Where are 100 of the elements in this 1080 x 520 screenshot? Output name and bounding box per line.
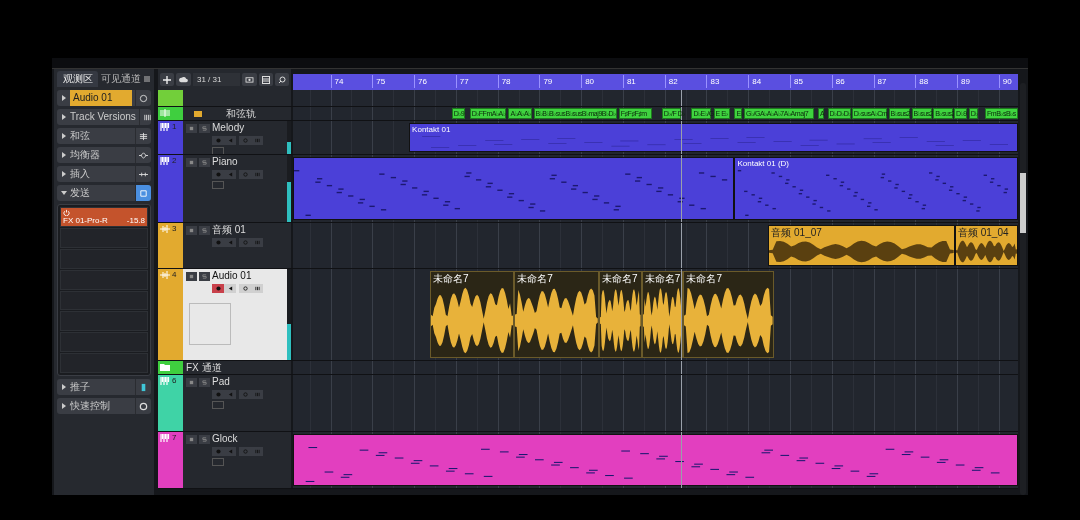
monitor-button[interactable] xyxy=(224,284,236,293)
track-header[interactable]: 2 Piano xyxy=(158,155,291,222)
menu-icon[interactable] xyxy=(143,75,151,83)
record-icon xyxy=(215,240,221,245)
mute-button[interactable] xyxy=(186,434,197,444)
vertical-scrollbar[interactable] xyxy=(1020,83,1026,495)
record-button[interactable] xyxy=(212,284,224,293)
mute-button[interactable] xyxy=(186,271,197,281)
list-button[interactable] xyxy=(259,73,273,86)
track-header[interactable]: 3 音频 01 xyxy=(158,223,291,268)
track-name: Pad xyxy=(212,376,230,388)
lanes-icon[interactable] xyxy=(212,181,224,189)
inspector-tab[interactable]: 观测区 xyxy=(57,71,98,87)
record-icon xyxy=(215,392,221,397)
lanes-icon[interactable] xyxy=(212,401,224,409)
ring-icon xyxy=(242,138,248,143)
track-header-blank[interactable] xyxy=(158,90,291,106)
playhead-line[interactable] xyxy=(681,269,683,360)
section-icon xyxy=(139,188,148,198)
playhead-line[interactable] xyxy=(681,107,683,120)
add-track-button[interactable] xyxy=(160,73,174,86)
playhead-line[interactable] xyxy=(681,361,683,374)
inspector-section[interactable]: 均衡器 xyxy=(57,147,151,163)
inspector-section[interactable]: 插入 xyxy=(57,166,151,182)
mute-icon xyxy=(189,125,194,131)
section-label: 推子 xyxy=(70,380,91,394)
playhead-line[interactable] xyxy=(681,155,683,222)
chord-settings-icon[interactable] xyxy=(194,110,202,117)
disclosure-icon xyxy=(61,190,67,196)
mute-button[interactable] xyxy=(186,123,197,133)
section-button[interactable] xyxy=(135,185,151,201)
cloud-icon xyxy=(179,76,188,83)
bars-icon xyxy=(254,449,260,454)
bar-number: 76 xyxy=(414,75,427,88)
chord-icon xyxy=(160,109,170,117)
track-header[interactable]: FX 通道 xyxy=(158,361,291,374)
part-name: Kontakt 01 (D) xyxy=(737,159,789,169)
audio-event[interactable]: 音频 01_07 xyxy=(768,225,955,266)
midi-part[interactable]: Kontakt 01 xyxy=(409,123,1018,152)
waveform-icon xyxy=(160,271,170,279)
cloud-button[interactable] xyxy=(176,73,191,86)
piano-keys-icon xyxy=(160,123,170,131)
track-number: 7 xyxy=(172,434,177,442)
playhead-line[interactable] xyxy=(681,432,683,488)
event-name: 音频 01_04 xyxy=(957,227,1009,239)
audio-event[interactable]: 未命名7 xyxy=(599,271,642,358)
inspector-section[interactable]: 快速控制 xyxy=(57,398,151,414)
inspector-tab[interactable]: 可见通道 xyxy=(100,71,141,87)
ring-icon xyxy=(242,392,248,397)
disclosure-icon xyxy=(61,171,67,177)
section-icon xyxy=(142,112,152,122)
disclosure-icon xyxy=(61,152,67,158)
inspector-section[interactable]: 发送 xyxy=(57,185,151,201)
section-button[interactable] xyxy=(135,147,151,163)
power-icon[interactable] xyxy=(63,209,70,216)
bar-number: 90 xyxy=(998,75,1012,88)
lanes-icon[interactable] xyxy=(212,458,224,466)
camera-button[interactable] xyxy=(242,73,257,86)
inspector-section[interactable]: Audio 01 xyxy=(57,90,151,106)
mute-button[interactable] xyxy=(186,157,197,167)
inspector-section[interactable]: Track Versions xyxy=(57,109,151,125)
edit-button[interactable] xyxy=(239,284,251,293)
midi-part[interactable]: Kontakt 01 (D) xyxy=(734,157,1018,220)
folder-icon xyxy=(160,363,170,371)
section-label: 发送 xyxy=(70,186,91,200)
speaker-icon xyxy=(227,138,233,143)
audio-event[interactable]: 未命名7 xyxy=(683,271,775,358)
mute-button[interactable] xyxy=(186,377,197,387)
inspector-section[interactable]: 推子 xyxy=(57,379,151,395)
audio-event[interactable]: 未命名7 xyxy=(514,271,600,358)
mute-button[interactable] xyxy=(186,225,197,235)
track-header[interactable]: 1 Melody xyxy=(158,121,291,154)
track-number: 4 xyxy=(172,271,177,279)
disclosure-icon xyxy=(61,403,67,409)
track-header[interactable]: 4 Audio 01 xyxy=(158,269,291,360)
mute-icon xyxy=(189,227,194,233)
picture-frame xyxy=(189,303,231,345)
track-name: 和弦轨 xyxy=(226,107,256,120)
track-name: Audio 01 xyxy=(212,270,252,282)
search-button[interactable] xyxy=(275,73,289,86)
timeline-ruler[interactable]: 74 75 76 77 78 79 80 81 82 83 84 85 86 87 88 89 90 xyxy=(293,74,1018,90)
section-button[interactable] xyxy=(135,166,151,182)
playhead-line[interactable] xyxy=(681,375,683,431)
send-slot[interactable]: FX 01-Pro-R -15.8 xyxy=(60,207,148,227)
inspector-section[interactable]: 和弦 xyxy=(57,128,151,144)
audio-event[interactable]: 音频 01_04 xyxy=(954,225,1018,266)
playhead-line[interactable] xyxy=(681,90,683,106)
audio-event[interactable]: 未命名7 xyxy=(429,271,515,358)
playhead-line[interactable] xyxy=(681,121,683,154)
section-label: 插入 xyxy=(70,167,91,181)
track-header[interactable]: 6 Pad xyxy=(158,375,291,431)
track-count: 31 / 31 xyxy=(193,73,240,86)
mute-icon xyxy=(189,159,194,165)
ring-icon xyxy=(242,172,248,177)
track-header[interactable]: 和弦轨 xyxy=(158,107,291,120)
solo-button[interactable] xyxy=(199,271,210,281)
track-header[interactable]: 7 Glock xyxy=(158,432,291,488)
audio-event[interactable]: 未命名7 xyxy=(641,271,684,358)
playhead-line[interactable] xyxy=(681,223,683,268)
disclosure-icon xyxy=(61,95,67,101)
